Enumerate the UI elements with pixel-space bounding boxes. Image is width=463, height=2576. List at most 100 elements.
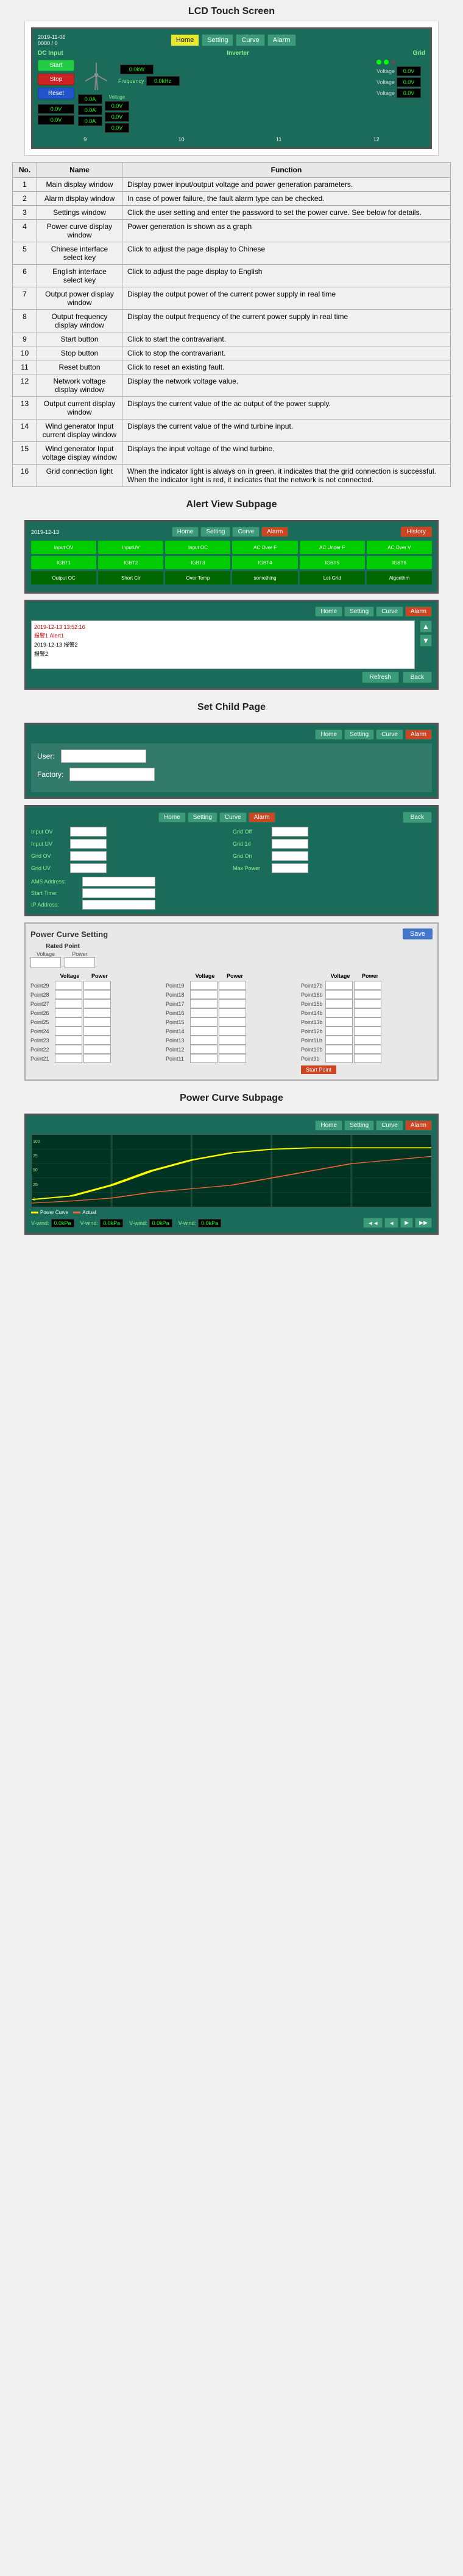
pcs-point-voltage-input[interactable] — [55, 999, 82, 1008]
pcs-point-power-input[interactable] — [354, 999, 381, 1008]
pcs-point-voltage-input[interactable] — [190, 1045, 217, 1054]
set-child-setting[interactable]: Setting — [344, 729, 374, 740]
pcs-save-btn[interactable]: Save — [403, 928, 433, 939]
pcs-point-power-input[interactable] — [219, 999, 246, 1008]
set-child-curve[interactable]: Curve — [376, 729, 403, 740]
pcs-point-voltage-input[interactable] — [190, 1017, 217, 1027]
curve-prev-btn[interactable]: ◄ — [384, 1218, 398, 1228]
pcs-point-voltage-input[interactable] — [55, 1017, 82, 1027]
pcs-point-power-input[interactable] — [83, 1008, 111, 1017]
settings-home[interactable]: Home — [158, 812, 186, 823]
rated-voltage-input[interactable] — [30, 957, 61, 968]
pcs-point-voltage-input[interactable] — [190, 1036, 217, 1045]
pcs-point-voltage-input[interactable] — [325, 981, 353, 990]
settings-alarm[interactable]: Alarm — [249, 812, 275, 823]
settings-setting[interactable]: Setting — [188, 812, 217, 823]
curve-next-btn[interactable]: ▶ — [400, 1218, 413, 1228]
start-time-input[interactable] — [82, 888, 155, 898]
curve-nav-alarm[interactable]: Alarm — [405, 1120, 432, 1131]
alert-detail-curve[interactable]: Curve — [376, 606, 403, 617]
grid-off-field[interactable] — [272, 827, 308, 837]
curve-nav-curve[interactable]: Curve — [376, 1120, 403, 1131]
max-power-field[interactable] — [272, 863, 308, 873]
scroll-up-btn[interactable]: ▲ — [420, 620, 432, 633]
settings-curve[interactable]: Curve — [219, 812, 247, 823]
pcs-point-voltage-input[interactable] — [325, 1008, 353, 1017]
pcs-point-voltage-input[interactable] — [325, 1045, 353, 1054]
rated-power-input[interactable] — [65, 957, 95, 968]
pcs-point-power-input[interactable] — [354, 1027, 381, 1036]
factory-input[interactable] — [69, 768, 155, 781]
pcs-point-voltage-input[interactable] — [55, 1045, 82, 1054]
pcs-point-power-input[interactable] — [219, 990, 246, 999]
pcs-point-power-input[interactable] — [354, 1008, 381, 1017]
user-input[interactable] — [61, 749, 146, 763]
grid-ov-field[interactable] — [70, 851, 107, 861]
pcs-point-voltage-input[interactable] — [325, 990, 353, 999]
alert-detail-setting[interactable]: Setting — [344, 606, 374, 617]
pcs-point-power-input[interactable] — [354, 1054, 381, 1063]
scroll-down-btn[interactable]: ▼ — [420, 634, 432, 647]
pcs-point-voltage-input[interactable] — [190, 1008, 217, 1017]
pcs-point-voltage-input[interactable] — [190, 1027, 217, 1036]
pcs-point-voltage-input[interactable] — [325, 1054, 353, 1063]
pcs-point-power-input[interactable] — [354, 1017, 381, 1027]
nav-home-btn[interactable]: Home — [171, 34, 199, 46]
lcd-stop-btn[interactable]: Stop — [38, 74, 74, 85]
pcs-point-power-input[interactable] — [354, 1045, 381, 1054]
pcs-point-power-input[interactable] — [354, 1036, 381, 1045]
pcs-point-power-input[interactable] — [83, 1017, 111, 1027]
alert-detail-alarm[interactable]: Alarm — [405, 606, 432, 617]
curve-prev-prev-btn[interactable]: ◄◄ — [363, 1218, 383, 1228]
alert-nav-setting[interactable]: Setting — [200, 527, 230, 537]
pcs-point-power-input[interactable] — [354, 990, 381, 999]
curve-nav-home[interactable]: Home — [315, 1120, 342, 1131]
pcs-point-voltage-input[interactable] — [190, 990, 217, 999]
pcs-point-power-input[interactable] — [219, 1008, 246, 1017]
pcs-point-voltage-input[interactable] — [325, 1017, 353, 1027]
pcs-point-power-input[interactable] — [219, 981, 246, 990]
pcs-point-power-input[interactable] — [83, 999, 111, 1008]
pcs-point-voltage-input[interactable] — [55, 1008, 82, 1017]
pcs-point-voltage-input[interactable] — [190, 981, 217, 990]
ip-input[interactable] — [82, 900, 155, 910]
grid-on-field[interactable] — [272, 851, 308, 861]
input-uv-field[interactable] — [70, 839, 107, 849]
pcs-point-voltage-input[interactable] — [55, 1054, 82, 1063]
pcs-point-power-input[interactable] — [83, 1027, 111, 1036]
alert-nav-home[interactable]: Home — [172, 527, 199, 537]
grid-uv-field[interactable] — [70, 863, 107, 873]
alert-nav-alarm[interactable]: Alarm — [261, 527, 288, 537]
nav-setting-btn[interactable]: Setting — [202, 34, 233, 46]
pcs-point-voltage-input[interactable] — [55, 990, 82, 999]
pcs-point-voltage-input[interactable] — [55, 981, 82, 990]
lcd-reset-btn[interactable]: Reset — [38, 88, 74, 99]
pcs-point-voltage-input[interactable] — [325, 999, 353, 1008]
input-ov-field[interactable] — [70, 827, 107, 837]
set-child-home[interactable]: Home — [315, 729, 342, 740]
pcs-point-power-input[interactable] — [219, 1017, 246, 1027]
curve-nav-setting[interactable]: Setting — [344, 1120, 374, 1131]
lcd-start-btn[interactable]: Start — [38, 60, 74, 71]
pcs-point-power-input[interactable] — [219, 1045, 246, 1054]
pcs-point-power-input[interactable] — [354, 981, 381, 990]
pcs-point-voltage-input[interactable] — [55, 1027, 82, 1036]
pcs-point-power-input[interactable] — [83, 1036, 111, 1045]
pcs-point-voltage-input[interactable] — [325, 1027, 353, 1036]
pcs-point-power-input[interactable] — [219, 1036, 246, 1045]
settings-back-btn[interactable]: Back — [403, 812, 432, 823]
nav-alarm-btn[interactable]: Alarm — [267, 34, 296, 46]
pcs-point-power-input[interactable] — [219, 1054, 246, 1063]
pcs-start-btn[interactable]: Start Point — [301, 1065, 336, 1074]
alert-detail-home[interactable]: Home — [315, 606, 342, 617]
curve-next-next-btn[interactable]: ▶▶ — [415, 1218, 432, 1228]
alert-nav-curve[interactable]: Curve — [232, 527, 260, 537]
pcs-point-voltage-input[interactable] — [55, 1036, 82, 1045]
nav-curve-btn[interactable]: Curve — [236, 34, 264, 46]
pcs-point-power-input[interactable] — [83, 990, 111, 999]
alert-back-btn[interactable]: Back — [403, 672, 432, 683]
grid-1d-field[interactable] — [272, 839, 308, 849]
pcs-point-power-input[interactable] — [83, 1054, 111, 1063]
pcs-point-power-input[interactable] — [83, 1045, 111, 1054]
alert-refresh-btn[interactable]: Refresh — [362, 672, 399, 683]
